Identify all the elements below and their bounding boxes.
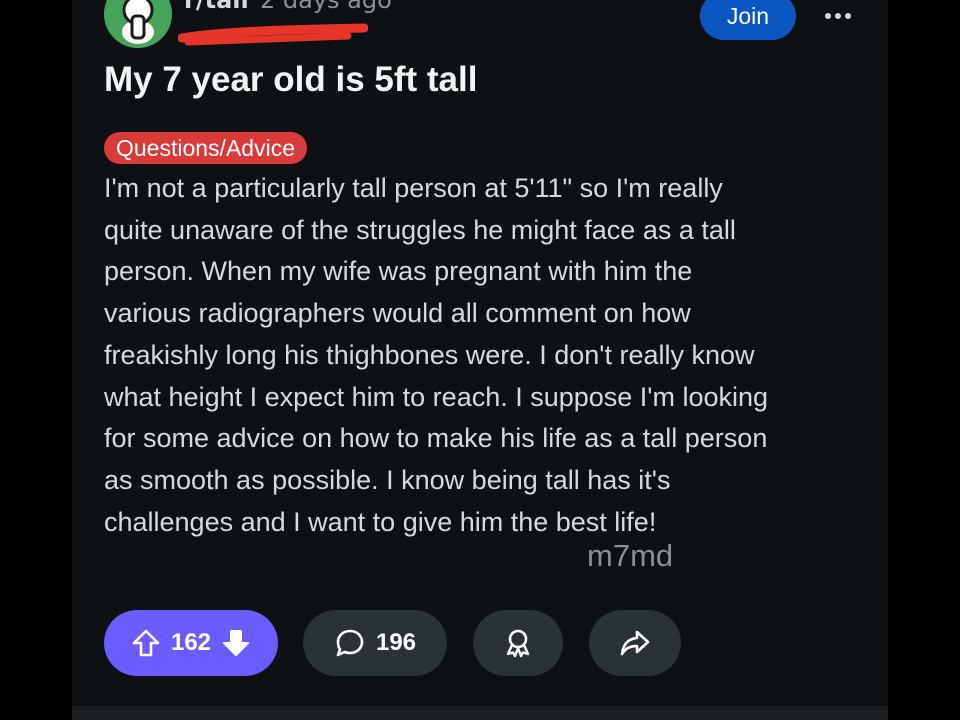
bottom-divider	[72, 706, 888, 720]
share-arrow-icon	[620, 630, 650, 656]
more-options-icon[interactable]	[816, 2, 860, 30]
snoo-avatar-icon[interactable]	[104, 0, 172, 48]
join-button[interactable]: Join	[700, 0, 796, 40]
watermark-text: m7md	[587, 538, 674, 573]
body-line: freakishly long his thighbones were. I d…	[104, 339, 755, 370]
body-line: various radiographers would all comment …	[104, 298, 691, 329]
body-line: for some advice on how to make his life …	[104, 423, 768, 454]
post-time: 2 days ago	[260, 0, 392, 14]
post-flair[interactable]: Questions/Advice	[104, 132, 307, 164]
body-line: quite unaware of the struggles he might …	[104, 214, 736, 245]
comments-button[interactable]: 196	[303, 610, 447, 676]
body-line: challenges and I want to give him the be…	[104, 506, 657, 537]
right-black-bar	[888, 0, 960, 720]
upvote-arrow-icon[interactable]	[131, 628, 161, 658]
redaction-scribble	[178, 23, 368, 46]
post-title[interactable]: My 7 year old is 5ft tall	[104, 60, 477, 100]
comment-count: 196	[375, 629, 417, 656]
post-card: r/tall 2 days ago Join My 7 year old is …	[72, 0, 888, 706]
body-line: as smooth as possible. I know being tall…	[104, 464, 671, 495]
share-button[interactable]	[589, 610, 681, 676]
vote-bar: 162	[104, 610, 278, 676]
downvote-arrow-icon[interactable]	[221, 628, 251, 658]
subreddit-name[interactable]: r/tall	[184, 0, 249, 14]
body-line: what height I expect him to reach. I sup…	[104, 381, 769, 412]
vote-count: 162	[170, 629, 212, 656]
post-body: I'm not a particularly tall person at 5'…	[104, 168, 874, 543]
comment-bubble-icon	[336, 629, 364, 657]
body-line: person. When my wife was pregnant with h…	[104, 256, 693, 287]
award-icon	[506, 629, 530, 658]
award-button[interactable]	[473, 610, 563, 676]
left-black-bar	[0, 0, 72, 720]
body-line: I'm not a particularly tall person at 5'…	[104, 173, 723, 203]
